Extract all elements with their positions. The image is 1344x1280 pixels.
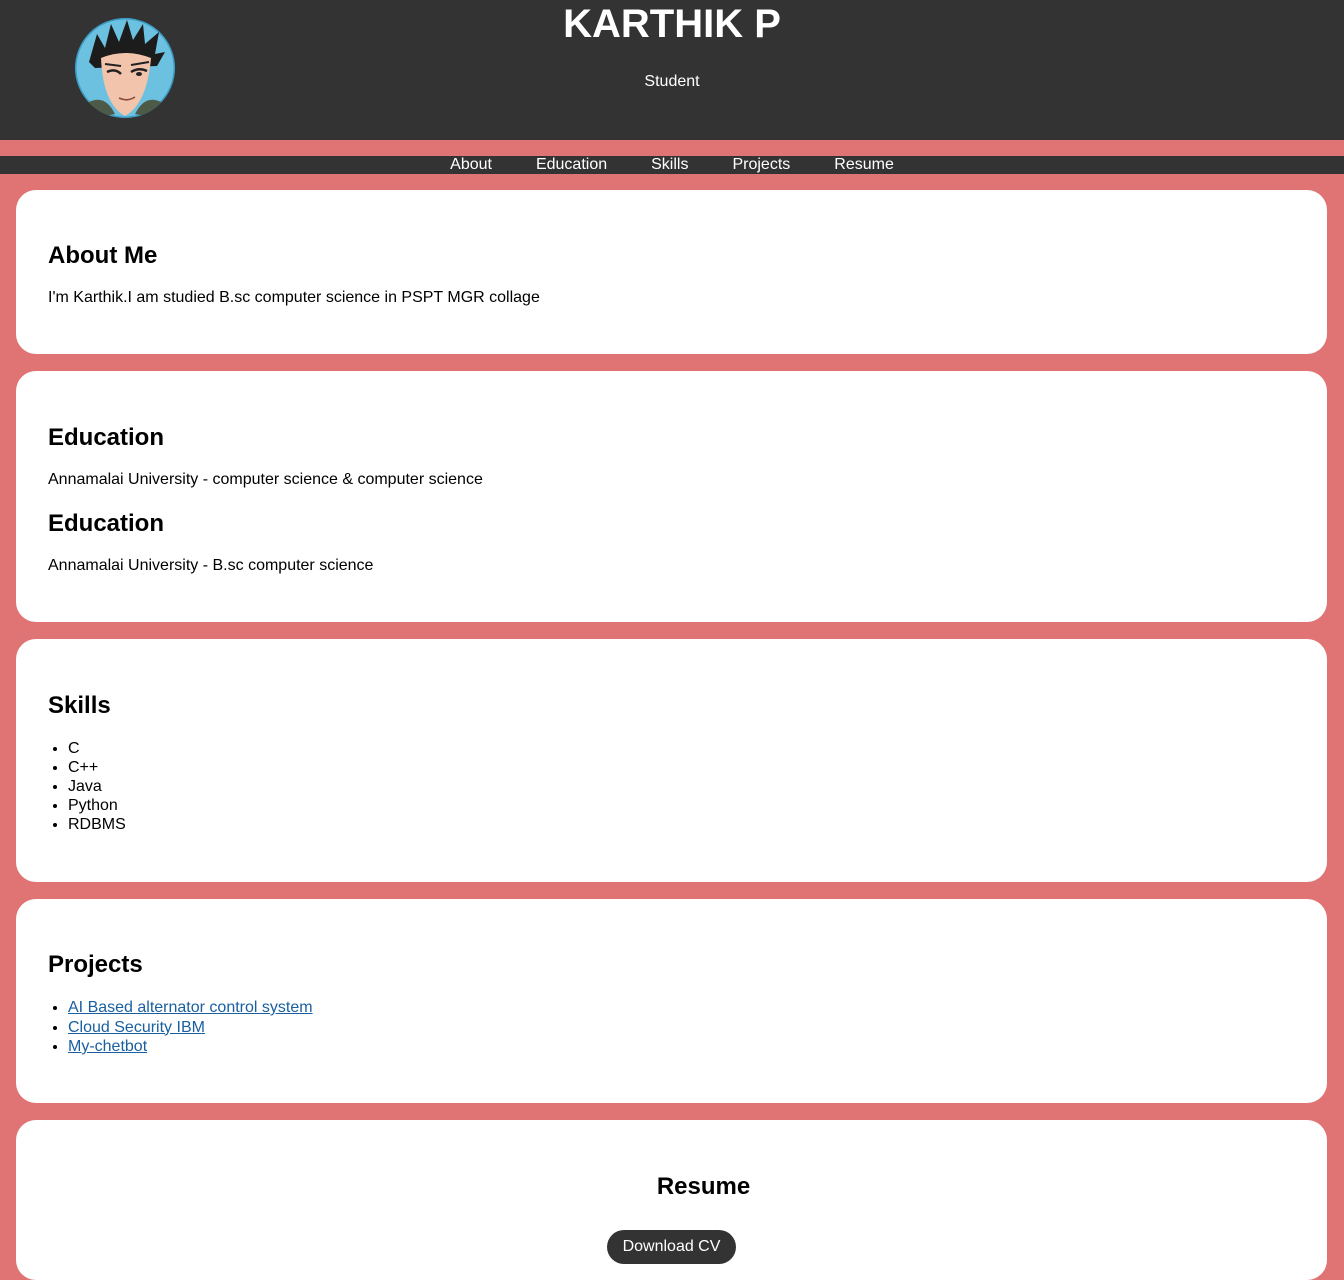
projects-heading: Projects [48,951,143,978]
about-section: About Me I'm Karthik.I am studied B.sc c… [16,190,1327,354]
education-text: Annamalai University - computer science … [48,471,483,488]
skill-item: RDBMS [68,815,126,834]
nav-link-resume[interactable]: Resume [834,156,894,174]
nav-link-projects[interactable]: Projects [732,156,790,174]
project-link[interactable]: Cloud Security IBM [68,1019,205,1036]
education-text: Annamalai University - B.sc computer sci… [48,557,374,574]
project-item: My-chetbot [68,1037,313,1057]
education-heading: Education [48,424,165,451]
projects-section: Projects AI Based alternator control sys… [16,899,1327,1103]
skill-item: C [68,739,126,758]
resume-heading: Resume [656,1173,751,1200]
about-heading: About Me [48,242,158,269]
skill-item: C++ [68,758,126,777]
project-item: AI Based alternator control system [68,998,313,1018]
nav-link-skills[interactable]: Skills [651,156,688,174]
page-title: KARTHIK P [563,2,781,46]
skills-list: C C++ Java Python RDBMS [48,739,126,834]
about-text: I'm Karthik.I am studied B.sc computer s… [48,289,540,306]
page-subtitle: Student [644,73,700,90]
skills-section: Skills C C++ Java Python RDBMS [16,639,1327,882]
main-nav: About Education Skills Projects Resume [0,156,1344,174]
skill-item: Java [68,777,126,796]
site-header: KARTHIK P Student [0,0,1344,140]
project-link[interactable]: My-chetbot [68,1038,147,1055]
download-cv-button[interactable]: Download CV [607,1230,736,1264]
nav-link-education[interactable]: Education [536,156,607,174]
skill-item: Python [68,796,126,815]
education-section: Education Annamalai University - compute… [16,371,1327,622]
project-item: Cloud Security IBM [68,1018,313,1038]
skills-heading: Skills [48,692,111,719]
projects-list: AI Based alternator control system Cloud… [48,998,313,1057]
project-link[interactable]: AI Based alternator control system [68,999,313,1016]
education-heading: Education [48,510,165,537]
nav-link-about[interactable]: About [450,156,492,174]
resume-section: Resume Download CV [16,1120,1327,1280]
